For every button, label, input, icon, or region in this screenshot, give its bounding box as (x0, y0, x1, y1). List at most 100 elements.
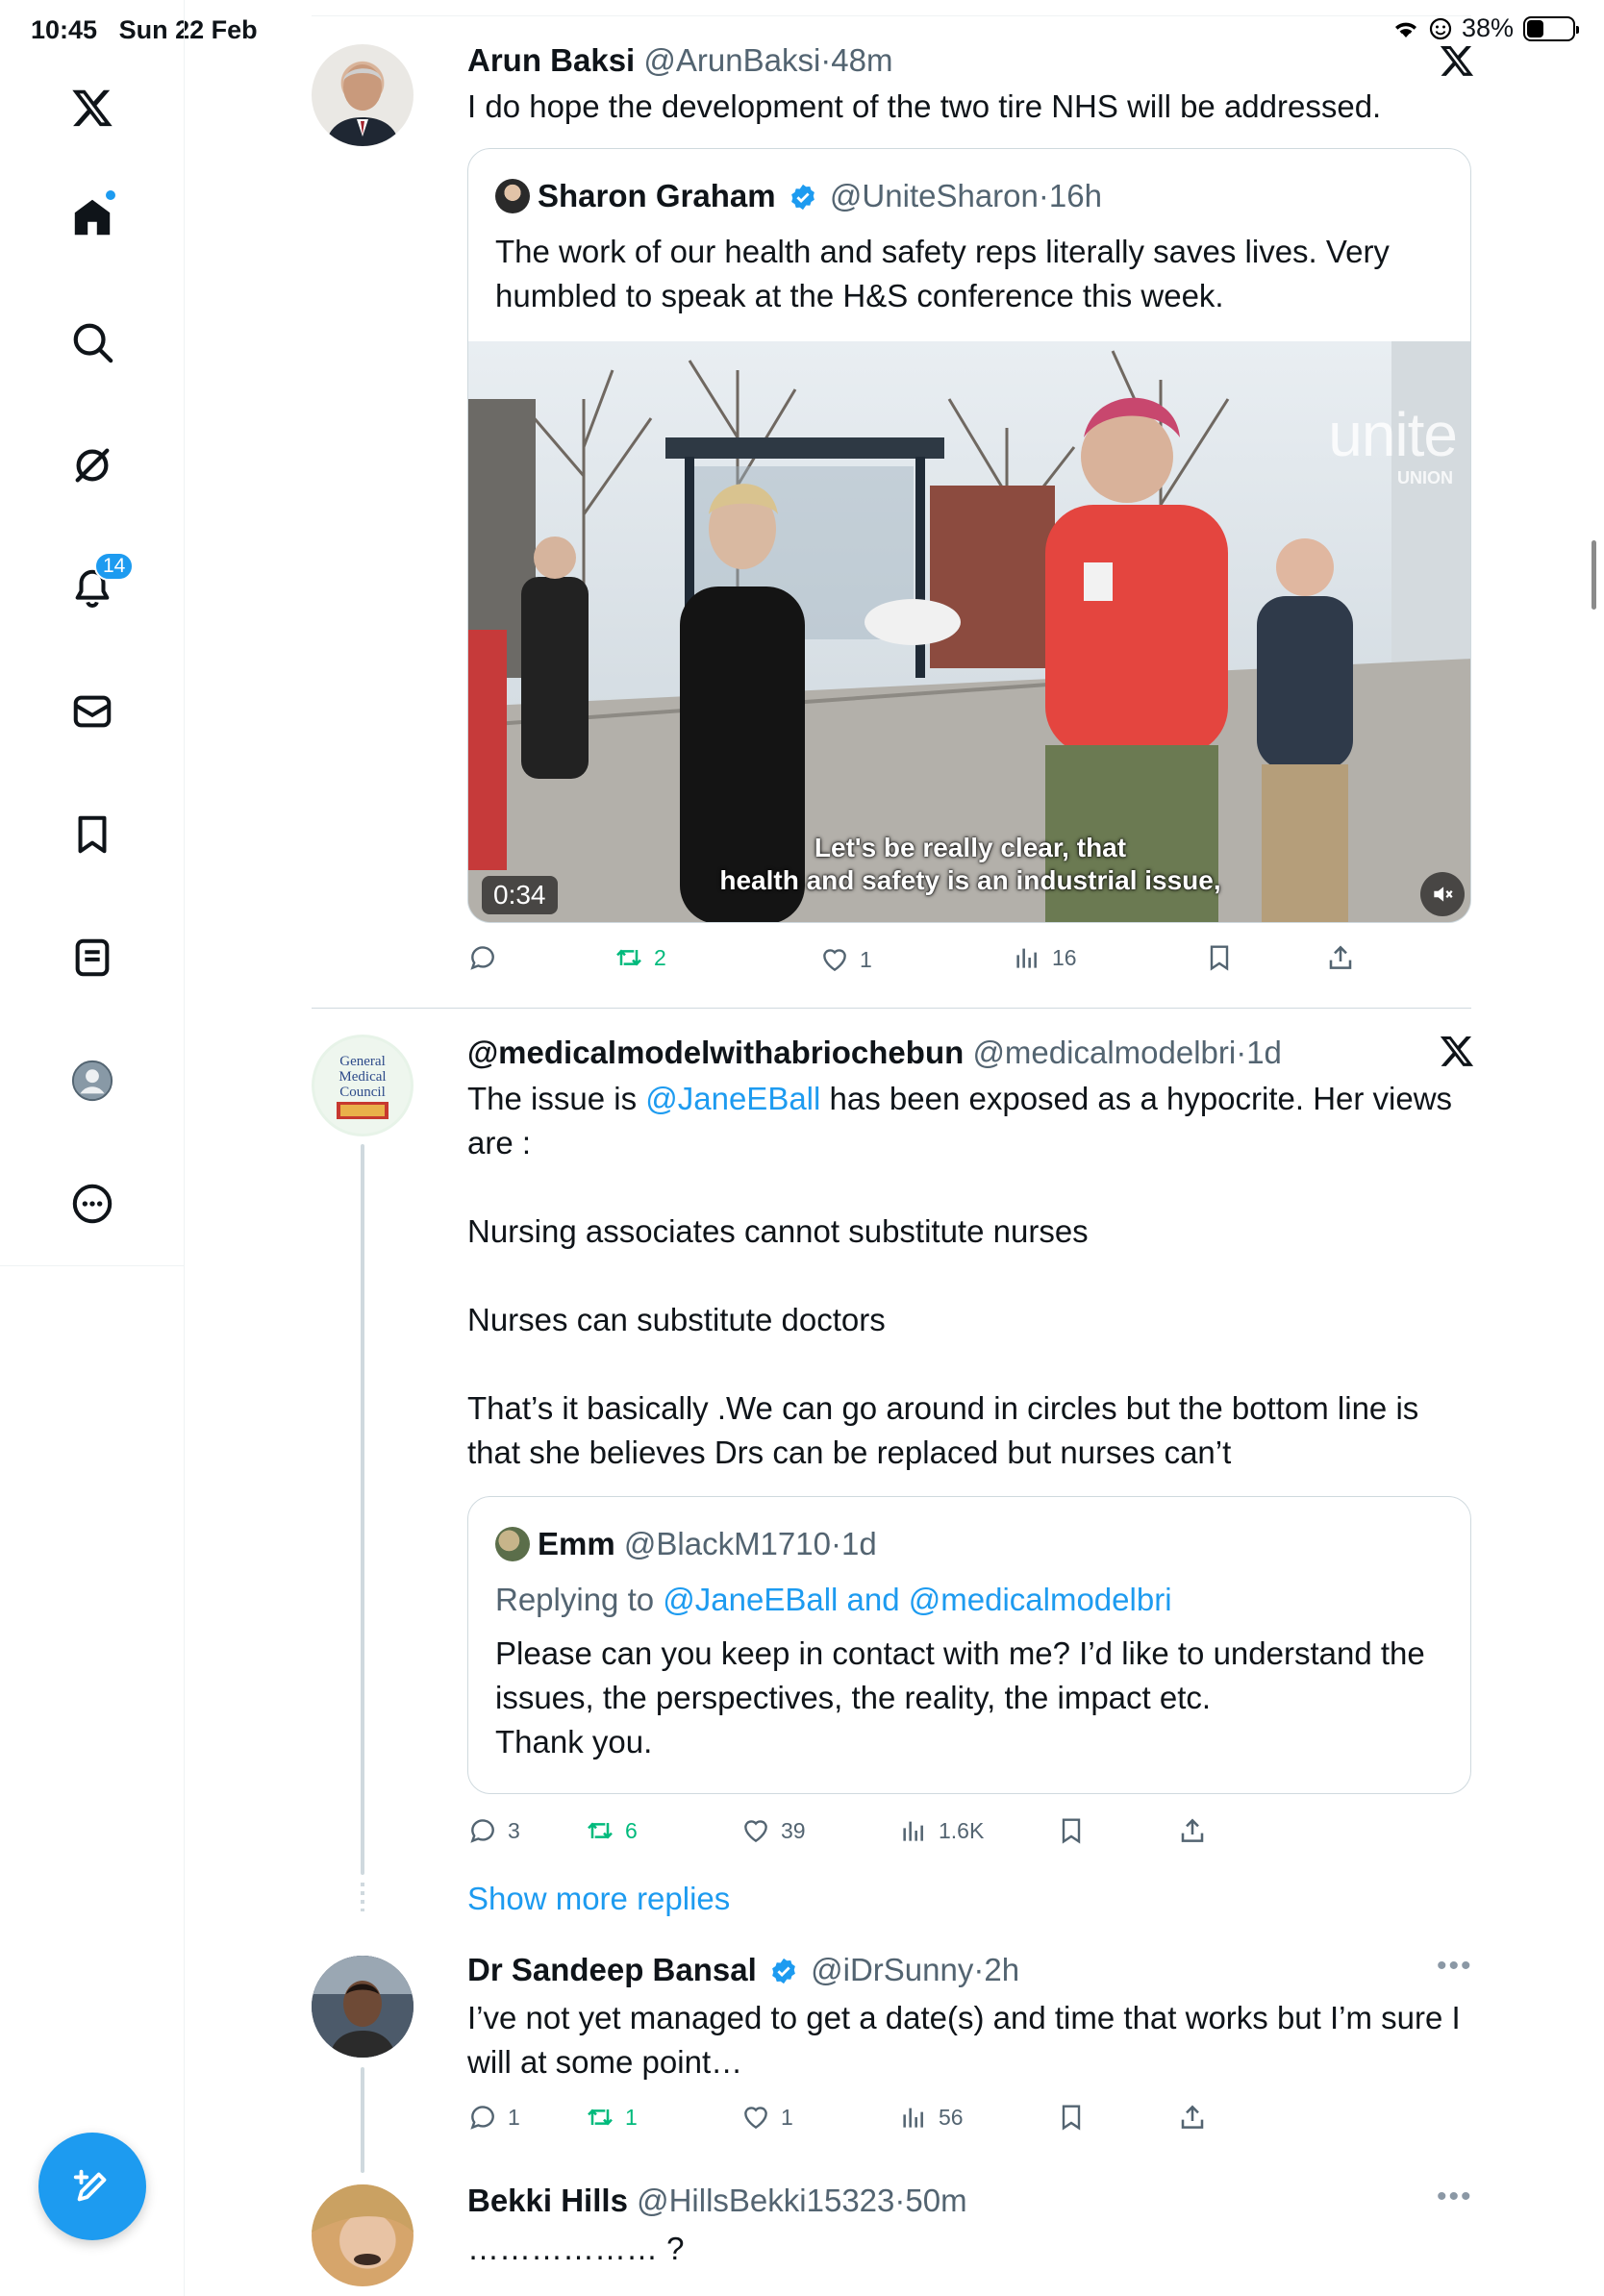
quote-avatar[interactable] (495, 1527, 530, 1561)
nav-profile[interactable] (63, 1052, 121, 1110)
compose-icon (73, 2169, 107, 2202)
author-handle[interactable]: @iDrSunny (811, 1952, 973, 1987)
profile-icon (71, 1060, 113, 1102)
quote-text: Please can you keep in contact with me? … (495, 1635, 1425, 1759)
tweet-divider (312, 1008, 1471, 1009)
nav-home[interactable] (63, 188, 121, 246)
more-options-icon[interactable]: ••• (1437, 2181, 1473, 2213)
nav-bookmarks[interactable] (63, 806, 121, 863)
quoted-tweet[interactable]: Emm @BlackM1710·1d Replying to @JaneEBal… (467, 1496, 1471, 1794)
author-name[interactable]: Bekki Hills (467, 2183, 628, 2218)
video-player[interactable]: unite UNION Let's be really clear, that … (468, 341, 1470, 922)
more-options-icon[interactable]: ••• (1437, 1950, 1473, 1983)
share-button[interactable] (1177, 2102, 1208, 2133)
tweet-text: ……………… ? (467, 2231, 685, 2266)
avatar[interactable]: General Medical Council (312, 1035, 414, 1136)
tweet-paragraph: That’s it basically .We can go around in… (467, 1390, 1419, 1470)
retweet-button[interactable]: 1 (585, 2102, 638, 2133)
quote-header: Sharon Graham @UniteSharon·16h (495, 178, 1102, 214)
show-more-replies-link[interactable]: Show more replies (467, 1881, 730, 1917)
bookmark-icon (1210, 945, 1229, 971)
nav-lists[interactable] (63, 929, 121, 986)
svg-text:General: General (339, 1054, 385, 1069)
nav-explore[interactable] (63, 313, 121, 371)
views-button[interactable]: 56 (898, 2102, 964, 2133)
mute-button[interactable] (1420, 872, 1465, 916)
author-handle[interactable]: @ArunBaksi (643, 42, 820, 78)
nav-notifications[interactable]: 14 (63, 552, 135, 617)
bookmark-icon (1062, 1818, 1081, 1844)
quote-timestamp[interactable]: 16h (1049, 178, 1102, 213)
search-icon (73, 323, 113, 363)
bookmark-button[interactable] (1056, 2102, 1087, 2133)
reply-button[interactable] (467, 942, 508, 973)
quote-timestamp[interactable]: 1d (841, 1526, 877, 1561)
quote-author-name[interactable]: Emm (538, 1526, 615, 1561)
author-name[interactable]: Dr Sandeep Bansal (467, 1952, 757, 1987)
author-handle[interactable]: @medicalmodelbri (972, 1035, 1236, 1070)
thread-line (361, 2067, 364, 2173)
share-button[interactable] (1325, 942, 1356, 973)
replying-to-link[interactable]: @JaneEBall and @medicalmodelbri (663, 1582, 1171, 1617)
views-icon (1016, 948, 1037, 968)
tweet-text: I’ve not yet managed to get a date(s) an… (467, 2000, 1461, 2080)
tweet-paragraph: Nurses can substitute doctors (467, 1302, 886, 1337)
bookmark-button[interactable] (1204, 942, 1235, 973)
quote-author-name[interactable]: Sharon Graham (538, 178, 776, 213)
heart-icon (744, 1820, 767, 1843)
share-icon (1181, 2105, 1204, 2129)
like-button[interactable]: 1 (819, 944, 872, 975)
list-icon (75, 938, 110, 977)
share-button[interactable] (1177, 1815, 1208, 1846)
views-button[interactable]: 16 (1012, 942, 1077, 973)
author-handle[interactable]: @HillsBekki15323 (637, 2183, 894, 2218)
x-logo-icon (1440, 1036, 1474, 1066)
nav-more[interactable] (63, 1175, 121, 1233)
mention-link[interactable]: @JaneEBall (645, 1081, 820, 1116)
avatar[interactable] (312, 2184, 414, 2286)
author-name[interactable]: @medicalmodelwithabriochebun (467, 1035, 964, 1070)
more-icon (72, 1184, 113, 1224)
quoted-tweet[interactable]: Sharon Graham @UniteSharon·16h The work … (467, 148, 1471, 923)
share-icon (1329, 945, 1352, 969)
x-logo-icon (1440, 45, 1474, 76)
x-logo-icon[interactable] (63, 79, 121, 137)
reply-button[interactable]: 3 (467, 1815, 520, 1846)
separator: · (973, 1952, 985, 1987)
bookmark-button[interactable] (1056, 1815, 1087, 1846)
timestamp[interactable]: 48m (831, 42, 892, 78)
replying-to: Replying to @JaneEBall and @medicalmodel… (495, 1582, 1172, 1617)
avatar[interactable] (312, 1956, 414, 2058)
like-button[interactable]: 39 (740, 1815, 806, 1846)
notifications-badge: 14 (94, 552, 135, 581)
separator: · (1038, 178, 1049, 213)
retweet-button[interactable]: 2 (614, 942, 666, 973)
retweet-button[interactable]: 6 (585, 1815, 638, 1846)
tweet-paragraph: Nursing associates cannot substitute nur… (467, 1213, 1089, 1249)
quote-author-handle[interactable]: @UniteSharon (830, 178, 1039, 213)
nav-grok[interactable] (63, 437, 121, 494)
views-icon (903, 1821, 923, 1841)
video-duration: 0:34 (482, 876, 558, 914)
quote-avatar[interactable] (495, 179, 530, 213)
verified-badge-icon (772, 1958, 795, 1984)
tweet-header: Arun Baksi @ArunBaksi·48m (467, 42, 893, 79)
timestamp[interactable]: 50m (905, 2183, 966, 2218)
home-icon (74, 199, 111, 236)
author-name[interactable]: Arun Baksi (467, 42, 635, 78)
avatar[interactable] (312, 44, 414, 146)
tweet-header: Dr Sandeep Bansal @iDrSunny·2h (467, 1952, 1019, 1988)
sidebar: 14 (0, 0, 185, 2296)
nav-messages[interactable] (63, 683, 121, 740)
timestamp[interactable]: 1d (1246, 1035, 1282, 1070)
retweet-icon (616, 949, 641, 966)
unite-watermark: unite (1328, 400, 1458, 469)
views-button[interactable]: 1.6K (898, 1815, 984, 1846)
reply-button[interactable]: 1 (467, 2102, 520, 2133)
like-button[interactable]: 1 (740, 2102, 793, 2133)
timestamp[interactable]: 2h (984, 1952, 1019, 1987)
quote-author-handle[interactable]: @BlackM1710 (624, 1526, 831, 1561)
compose-button[interactable] (38, 2133, 146, 2240)
separator: · (894, 2183, 906, 2218)
scrollbar[interactable] (1591, 540, 1596, 610)
